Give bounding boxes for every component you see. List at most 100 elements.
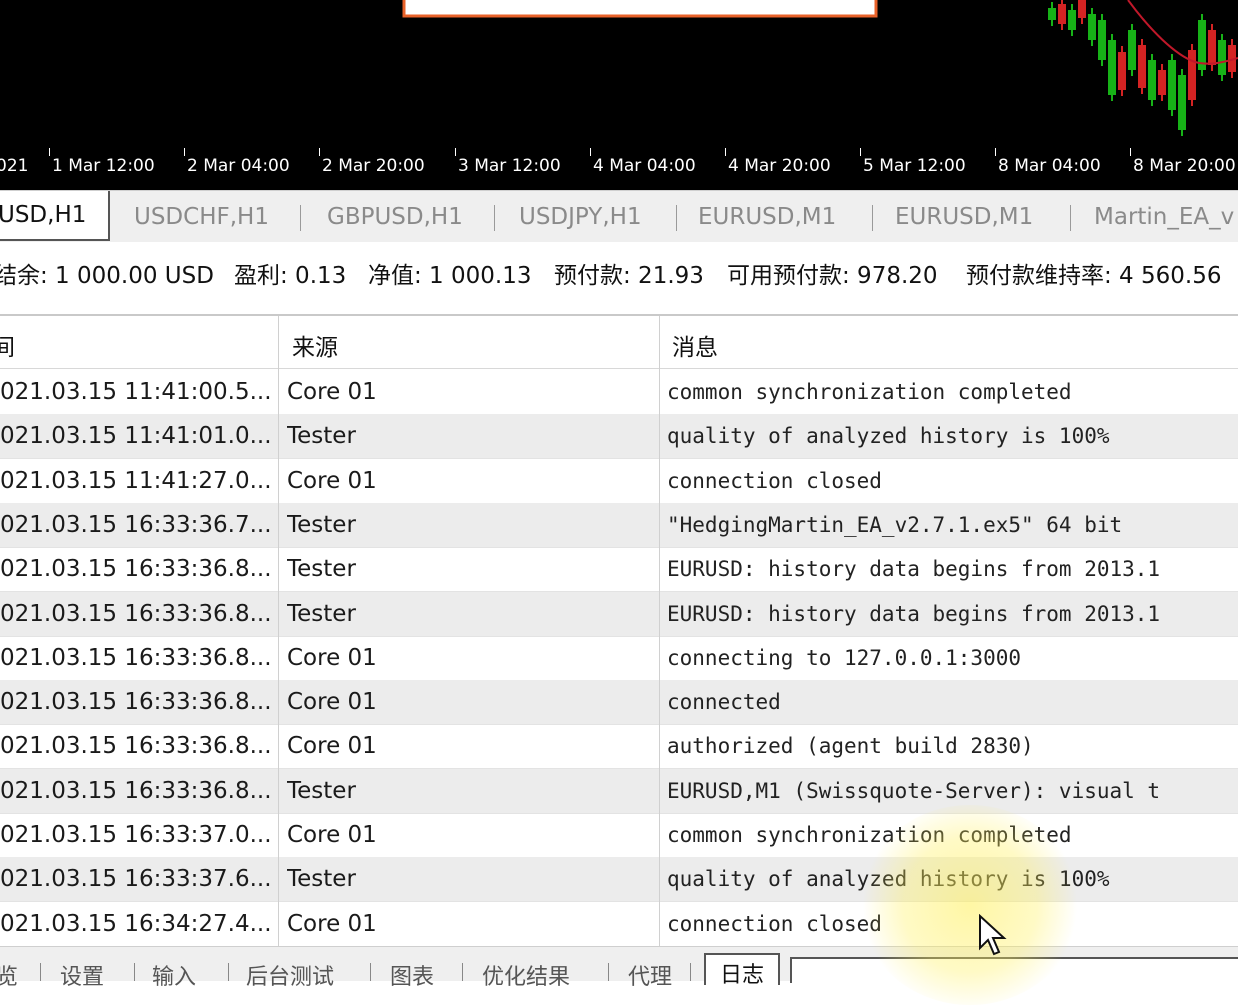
tab-divider (608, 963, 609, 981)
table-row[interactable]: 021.03.15 16:33:37.6... Tester quality of … (0, 857, 1238, 903)
candle-body (1048, 8, 1056, 20)
chart-tab[interactable]: USD,H1 (0, 191, 110, 241)
candle-body (1178, 75, 1186, 130)
dialog-window (402, 0, 878, 18)
log-message: connecting to 127.0.0.1:3000 (667, 645, 1022, 670)
tab-divider (690, 963, 691, 981)
tester-tab[interactable]: 图表 (390, 959, 434, 991)
tab-divider (494, 205, 495, 231)
table-row[interactable]: 021.03.15 16:33:36.8... Tester EURUSD: his… (0, 591, 1238, 637)
margin-text: 预付款: 21.93 (554, 263, 704, 289)
log-time: 021.03.15 16:33:37.0... (0, 822, 272, 848)
table-row[interactable]: 021.03.15 11:41:01.0... Tester quality of … (0, 414, 1238, 460)
table-row[interactable]: 021.03.15 16:33:36.8... Core 01 connected (0, 680, 1238, 726)
candle-body (1078, 0, 1086, 18)
free-margin-text: 可用预付款: 978.20 (727, 263, 938, 289)
chart-tab[interactable]: EURUSD,M1 (895, 195, 1033, 239)
table-row[interactable]: 021.03.15 11:41:00.5... Core 01 common syn… (0, 370, 1238, 415)
log-time: 021.03.15 16:33:36.8... (0, 689, 272, 716)
header-source[interactable]: 来源 (292, 328, 338, 362)
log-message: EURUSD: history data begins from 2013.1 (667, 557, 1161, 582)
time-tick (860, 148, 861, 156)
tester-tab[interactable]: 后台测试 (246, 959, 334, 991)
candle-body (1098, 20, 1106, 60)
time-tick (590, 148, 591, 156)
log-source: Tester (287, 423, 356, 450)
log-message: common synchronization completed (667, 823, 1072, 847)
time-tick (995, 148, 996, 156)
tab-divider (300, 205, 301, 231)
candle-body (1138, 45, 1146, 88)
log-source: Core 01 (287, 644, 377, 671)
table-row[interactable]: 021.03.15 11:41:27.0... Core 01 connection… (0, 459, 1238, 504)
chart-tab[interactable]: Martin_EA_v (1094, 195, 1234, 239)
tester-tab[interactable]: 优化结果 (482, 959, 570, 991)
chart-tab[interactable]: GBPUSD,H1 (327, 195, 463, 239)
tester-tab[interactable]: 览 (0, 959, 18, 991)
time-tick-label: 4 Mar 04:00 (593, 156, 696, 176)
log-time: 021.03.15 16:34:27.4... (0, 910, 272, 937)
tester-tabs: 览 设置 输入 后台测试 图表 优化结果 代理 日志 (0, 946, 1238, 990)
log-time: 021.03.15 16:33:36.8... (0, 644, 272, 671)
candlestick-plot (402, 0, 1238, 136)
profit-text: 盈利: 0.13 (234, 263, 347, 289)
candle-body (1208, 30, 1216, 65)
table-row[interactable]: 021.03.15 16:34:27.4... Core 01 connection… (0, 902, 1238, 947)
time-tick (184, 148, 185, 156)
log-source: Core 01 (287, 689, 377, 716)
table-row[interactable]: 021.03.15 16:33:36.8... Tester EURUSD,M1 (… (0, 768, 1238, 814)
candle-body (1058, 4, 1066, 24)
tester-tab[interactable]: 代理 (628, 959, 672, 991)
tab-divider (676, 205, 677, 231)
log-message: authorized (agent build 2830) (667, 734, 1034, 759)
log-message: quality of analyzed history is 100% (667, 867, 1110, 892)
table-header: 间 来源 消息 (0, 316, 1238, 369)
tester-tab[interactable]: 输入 (152, 959, 196, 991)
price-chart[interactable]: 021 1 Mar 12:00 2 Mar 04:00 2 Mar 20:00 3 Ma… (0, 0, 1238, 190)
time-tick-label: 8 Mar 20:00 (1133, 156, 1236, 176)
tester-tab[interactable]: 日志 (704, 953, 781, 988)
time-tick (49, 148, 50, 156)
log-message: EURUSD,M1 (Swissquote-Server): visual t (667, 778, 1161, 803)
log-time: 021.03.15 16:33:37.6... (0, 866, 272, 893)
candle-body (1168, 60, 1176, 110)
log-message: quality of analyzed history is 100% (667, 424, 1110, 449)
chart-tab[interactable]: USDCHF,H1 (134, 195, 269, 239)
header-time[interactable]: 间 (0, 328, 15, 362)
log-source: Tester (287, 777, 356, 804)
time-tick (725, 148, 726, 156)
tab-divider (40, 963, 41, 981)
log-time: 021.03.15 11:41:27.0... (0, 467, 272, 494)
chart-tab[interactable]: EURUSD,M1 (698, 195, 836, 239)
table-row[interactable]: 021.03.15 16:33:36.8... Core 01 connecting… (0, 636, 1238, 681)
log-source: Tester (287, 600, 356, 627)
table-row[interactable]: 021.03.15 16:33:37.0... Core 01 common syn… (0, 813, 1238, 858)
tester-tab[interactable]: 设置 (60, 959, 104, 991)
log-message: common synchronization completed (667, 380, 1072, 404)
time-tick-label: 3 Mar 12:00 (458, 156, 561, 176)
log-message: connected (667, 690, 781, 715)
header-message[interactable]: 消息 (672, 328, 718, 362)
table-row[interactable]: 021.03.15 16:33:36.7... Tester "HedgingMar… (0, 502, 1238, 548)
log-source: Core 01 (287, 910, 377, 937)
time-tick-label: 5 Mar 12:00 (863, 156, 966, 176)
log-source: Core 01 (287, 733, 377, 760)
candle-body (1128, 30, 1136, 70)
chart-tab[interactable]: USDJPY,H1 (519, 195, 642, 239)
candle-body (1148, 60, 1156, 100)
column-divider[interactable] (659, 316, 660, 946)
journal-table[interactable]: 间 来源 消息 021.03.15 11:41:00.5... Core 01 co… (0, 314, 1238, 948)
log-message: EURUSD: history data begins from 2013.1 (667, 601, 1161, 626)
equity-text: 净值: 1 000.13 (368, 263, 532, 289)
table-row[interactable]: 021.03.15 16:33:36.8... Tester EURUSD: his… (0, 547, 1238, 593)
column-divider[interactable] (278, 316, 279, 946)
log-time: 021.03.15 11:41:00.5... (0, 379, 272, 405)
table-row[interactable]: 021.03.15 16:33:36.8... Core 01 authorized… (0, 724, 1238, 770)
log-time: 021.03.15 16:33:36.8... (0, 733, 272, 760)
tab-divider (228, 963, 229, 981)
tab-divider (134, 963, 135, 981)
time-tick-label: 4 Mar 20:00 (728, 156, 831, 176)
log-source: Tester (287, 511, 356, 538)
log-source: Core 01 (287, 467, 377, 494)
candle-body (1188, 50, 1196, 100)
